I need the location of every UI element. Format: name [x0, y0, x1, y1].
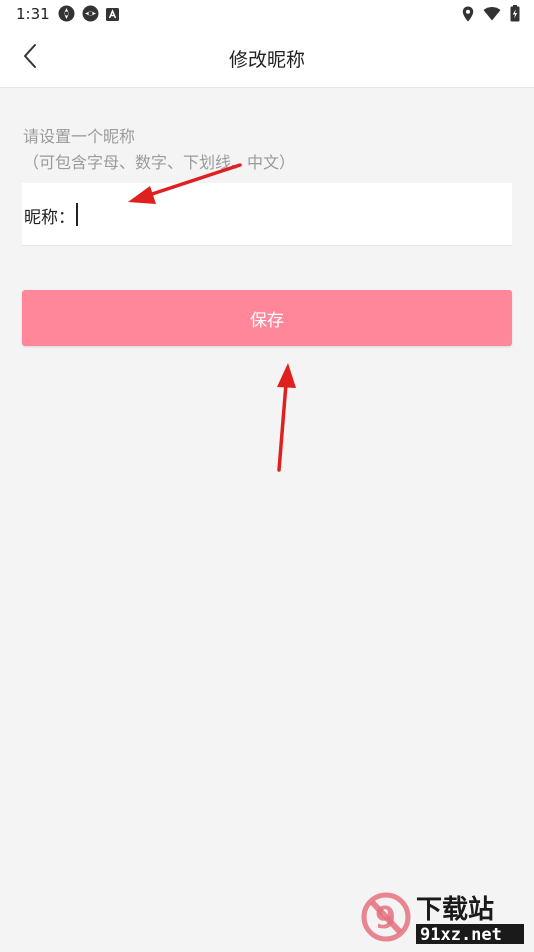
page-title: 修改昵称 — [228, 49, 305, 71]
status-time: 1:31 — [16, 5, 50, 23]
app-header: 修改昵称 — [0, 28, 534, 88]
svg-text:91xz.net: 91xz.net — [420, 925, 502, 945]
logo-91-icon: 9 — [361, 892, 411, 942]
font-a-icon — [106, 6, 119, 25]
nickname-label: 昵称： — [24, 208, 75, 228]
nickname-hint-detail: （可包含字母、数字、下划线、中文） — [23, 153, 296, 172]
save-button[interactable]: 保存 — [22, 290, 512, 346]
nickname-row: 昵称： — [22, 183, 512, 246]
status-icons-right — [462, 5, 520, 26]
watermark-logo: 9 下载站 91xz.net — [360, 886, 530, 948]
text-cursor — [76, 203, 78, 226]
svg-text:下载站: 下载站 — [416, 895, 494, 925]
svg-text:9: 9 — [375, 901, 396, 936]
wifi-icon — [483, 6, 501, 25]
battery-charging-icon — [510, 5, 520, 26]
status-bar: 1:31 — [0, 0, 534, 28]
status-icons-left — [58, 5, 119, 26]
aperture-icon — [58, 5, 75, 26]
nickname-hint: 请设置一个昵称 — [23, 127, 136, 146]
aperture-icon — [82, 5, 99, 26]
location-icon — [462, 6, 474, 26]
arrow-to-save-icon — [277, 363, 296, 472]
nickname-input[interactable] — [76, 197, 496, 231]
